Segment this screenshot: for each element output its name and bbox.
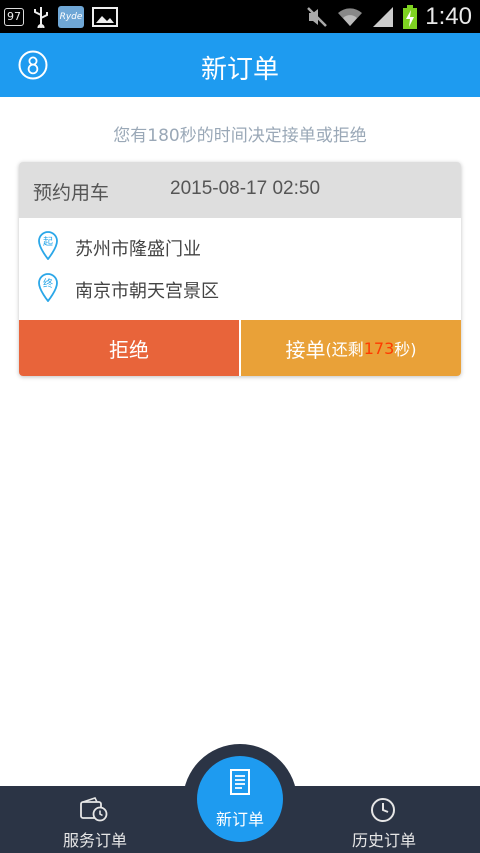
usb-icon	[34, 7, 48, 28]
tab-service-orders[interactable]: 服务订单	[15, 786, 175, 853]
tab-new-order-label: 新订单	[215, 810, 264, 829]
tab-new-order[interactable]: 新订单	[197, 756, 283, 842]
document-icon	[230, 769, 250, 795]
notification-count-badge: 97	[4, 8, 24, 26]
order-datetime: 2015-08-17 02:50	[170, 178, 321, 199]
reject-button-label: 拒绝	[109, 337, 149, 362]
order-card: 预约用车 2015-08-17 02:50 起 苏州市隆盛门业 终 南京市朝天宫…	[19, 162, 461, 376]
reject-button[interactable]: 拒绝	[19, 320, 239, 376]
app-header: 新订单	[0, 33, 480, 97]
clock-icon	[371, 798, 395, 822]
app-notification-icon: Ryde	[58, 6, 84, 28]
end-address: 南京市朝天宫景区	[75, 281, 219, 302]
end-pin-label: 终	[43, 277, 53, 290]
status-bar: 97 Ryde 1:40	[0, 0, 480, 33]
signal-icon	[373, 7, 394, 27]
status-bar-system: 1:40	[305, 3, 472, 31]
decision-hint: 您有180秒的时间决定接单或拒绝	[113, 126, 367, 146]
wallet-clock-icon	[80, 797, 108, 822]
wifi-icon	[338, 8, 363, 26]
countdown-prefix: (还剩	[325, 340, 364, 359]
tab-service-orders-label: 服务订单	[62, 831, 127, 850]
countdown-suffix: 秒)	[394, 340, 417, 359]
accept-button[interactable]: 接单 (还剩 173 秒)	[241, 320, 461, 376]
tab-history-orders[interactable]: 历史订单	[304, 786, 464, 853]
start-address: 苏州市隆盛门业	[75, 239, 201, 260]
countdown-seconds: 173	[363, 338, 395, 358]
route-end: 终 南京市朝天宫景区	[19, 268, 461, 308]
route-start: 起 苏州市隆盛门业	[19, 226, 461, 266]
start-pin-icon: 起	[38, 231, 58, 260]
status-time: 1:40	[425, 3, 472, 30]
image-icon	[92, 7, 118, 27]
mute-icon	[307, 7, 328, 27]
tab-history-orders-label: 历史订单	[351, 831, 416, 850]
accept-button-label: 接单	[285, 337, 326, 362]
battery-charging-icon	[403, 5, 418, 29]
start-pin-label: 起	[43, 236, 53, 248]
status-bar-notifications: 97 Ryde	[4, 5, 118, 29]
order-type: 预约用车	[33, 182, 110, 204]
order-actions: 拒绝 接单 (还剩 173 秒)	[19, 320, 461, 376]
end-pin-icon: 终	[38, 273, 58, 302]
page-title: 新订单	[200, 55, 279, 85]
order-card-header: 预约用车 2015-08-17 02:50	[19, 162, 461, 218]
